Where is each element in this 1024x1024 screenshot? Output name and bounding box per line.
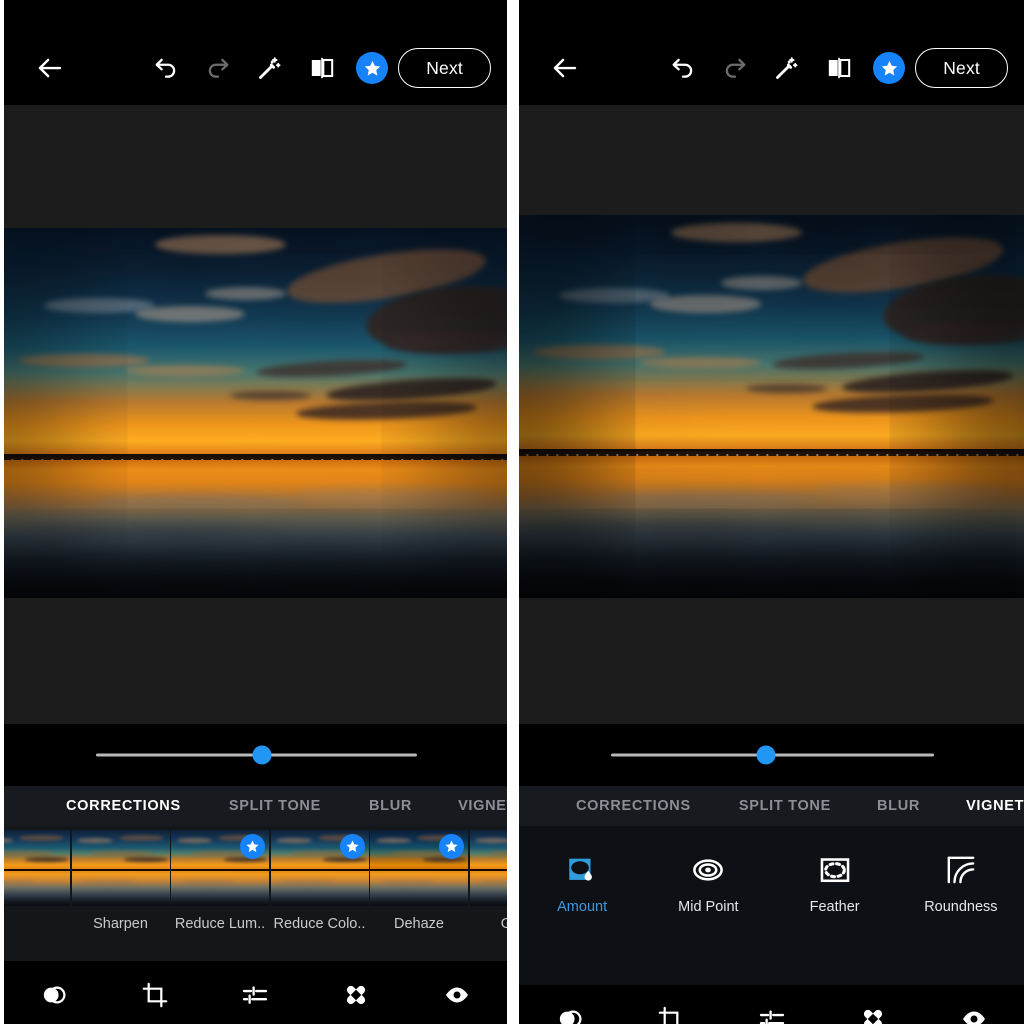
tab-corrections[interactable]: CORRECTIONS [576, 798, 691, 814]
crop-icon [142, 982, 168, 1008]
top-toolbar-right: Next [519, 0, 1024, 105]
thumbnail-label: Reduce Lum.. [174, 916, 266, 932]
healing-bandage-icon [346, 985, 366, 1005]
left-phone-panel: Next CORRECTIONS SPLIT TONE BLUR VIGNE S… [4, 0, 507, 1024]
vignette-control-feather[interactable]: Feather [772, 850, 898, 915]
screenshot-root: Next CORRECTIONS SPLIT TONE BLUR VIGNE S… [0, 0, 1024, 1024]
list-item[interactable] [4, 830, 70, 932]
vignette-midpoint-icon [691, 850, 725, 890]
slider-knob[interactable] [756, 745, 776, 765]
photo-canvas-left[interactable] [4, 105, 507, 724]
sliders-icon [243, 986, 268, 1004]
vignette-roundness-icon [944, 850, 978, 890]
nav-adjust[interactable] [721, 985, 822, 1024]
nav-adjust[interactable] [205, 961, 306, 1024]
edited-photo-right[interactable] [519, 215, 1024, 598]
vignette-control-amount[interactable]: Amount [519, 850, 645, 915]
tab-strip-right: CORRECTIONS SPLIT TONE BLUR VIGNETTE [519, 786, 1024, 826]
tab-split-tone[interactable]: SPLIT TONE [739, 798, 831, 814]
tab-corrections[interactable]: CORRECTIONS [66, 798, 181, 814]
list-item[interactable]: Dehaze [370, 830, 468, 932]
list-item[interactable]: Grain [469, 830, 507, 932]
sliders-icon [759, 1010, 784, 1024]
nav-healing[interactable] [822, 985, 923, 1024]
redo-icon[interactable] [709, 46, 761, 90]
slider-knob[interactable] [252, 745, 272, 765]
arrow-left-icon[interactable] [28, 46, 72, 90]
thumbnail-label: Dehaze [394, 916, 444, 932]
premium-star-badge[interactable] [873, 52, 906, 84]
vignette-control-label: Feather [809, 899, 860, 915]
value-slider-right[interactable] [519, 724, 1024, 786]
undo-icon[interactable] [657, 46, 709, 90]
tab-split-tone[interactable]: SPLIT TONE [229, 798, 321, 814]
healing-bandage-icon [863, 1009, 882, 1024]
nav-crop[interactable] [105, 961, 206, 1024]
vignette-control-label: Roundness [924, 899, 998, 915]
list-item[interactable]: Sharpen [71, 830, 170, 932]
eye-icon [962, 1011, 985, 1024]
nav-presets[interactable] [519, 985, 620, 1024]
photo-canvas-right[interactable] [519, 105, 1024, 724]
edited-photo-left[interactable] [4, 228, 507, 598]
magic-wand-icon[interactable] [244, 46, 296, 90]
presets-circles-icon [559, 1010, 581, 1024]
nav-presets[interactable] [4, 961, 105, 1024]
vignette-controls: Amount Mid Point Feather Roundness [519, 826, 1024, 985]
nav-crop[interactable] [620, 985, 721, 1024]
magic-wand-icon[interactable] [761, 46, 813, 90]
premium-star-badge[interactable] [240, 834, 265, 859]
thumbnail-label: Grain [500, 916, 507, 932]
corrections-thumbnail-strip[interactable]: Sharpen Reduce Lum.. Reduce Colo.. Dehaz… [4, 826, 507, 961]
bottom-nav-right [519, 985, 1024, 1024]
top-toolbar-left: Next [4, 0, 507, 105]
compare-split-icon[interactable] [813, 46, 865, 90]
premium-star-badge[interactable] [356, 52, 389, 84]
undo-icon[interactable] [140, 46, 192, 90]
list-item[interactable]: Reduce Lum.. [171, 830, 269, 932]
thumbnail-label: Sharpen [93, 916, 148, 932]
nav-view[interactable] [406, 961, 507, 1024]
premium-star-badge[interactable] [339, 834, 365, 859]
vignette-control-roundness[interactable]: Roundness [898, 850, 1024, 915]
right-phone-panel: Next CORRECTIONS SPLIT TONE BLUR VIGNET … [519, 0, 1024, 1024]
tab-strip-left: CORRECTIONS SPLIT TONE BLUR VIGNETTE [4, 786, 507, 826]
nav-view[interactable] [923, 985, 1024, 1024]
vignette-control-midpoint[interactable]: Mid Point [645, 850, 771, 915]
premium-star-badge[interactable] [439, 834, 464, 859]
tab-blur[interactable]: BLUR [369, 798, 412, 814]
value-slider-left[interactable] [4, 724, 507, 786]
vignette-control-label: Amount [557, 899, 608, 915]
crop-icon [658, 1006, 678, 1024]
eye-icon [445, 987, 468, 1003]
tab-vignette[interactable]: VIGNETTE [458, 798, 507, 814]
vignette-feather-icon [818, 850, 852, 890]
presets-circles-icon [44, 986, 66, 1004]
next-button[interactable]: Next [398, 48, 491, 88]
bottom-nav-left [4, 961, 507, 1024]
next-button[interactable]: Next [915, 48, 1008, 88]
tab-blur[interactable]: BLUR [877, 798, 920, 814]
compare-split-icon[interactable] [296, 46, 348, 90]
nav-healing[interactable] [306, 961, 407, 1024]
arrow-left-icon[interactable] [543, 46, 587, 90]
redo-icon[interactable] [192, 46, 244, 90]
vignette-amount-icon [565, 850, 599, 890]
thumbnail-label: Reduce Colo.. [273, 916, 366, 932]
tab-vignette[interactable]: VIGNETTE [966, 798, 1024, 814]
list-item[interactable]: Reduce Colo.. [270, 830, 369, 932]
vignette-control-label: Mid Point [678, 899, 739, 915]
